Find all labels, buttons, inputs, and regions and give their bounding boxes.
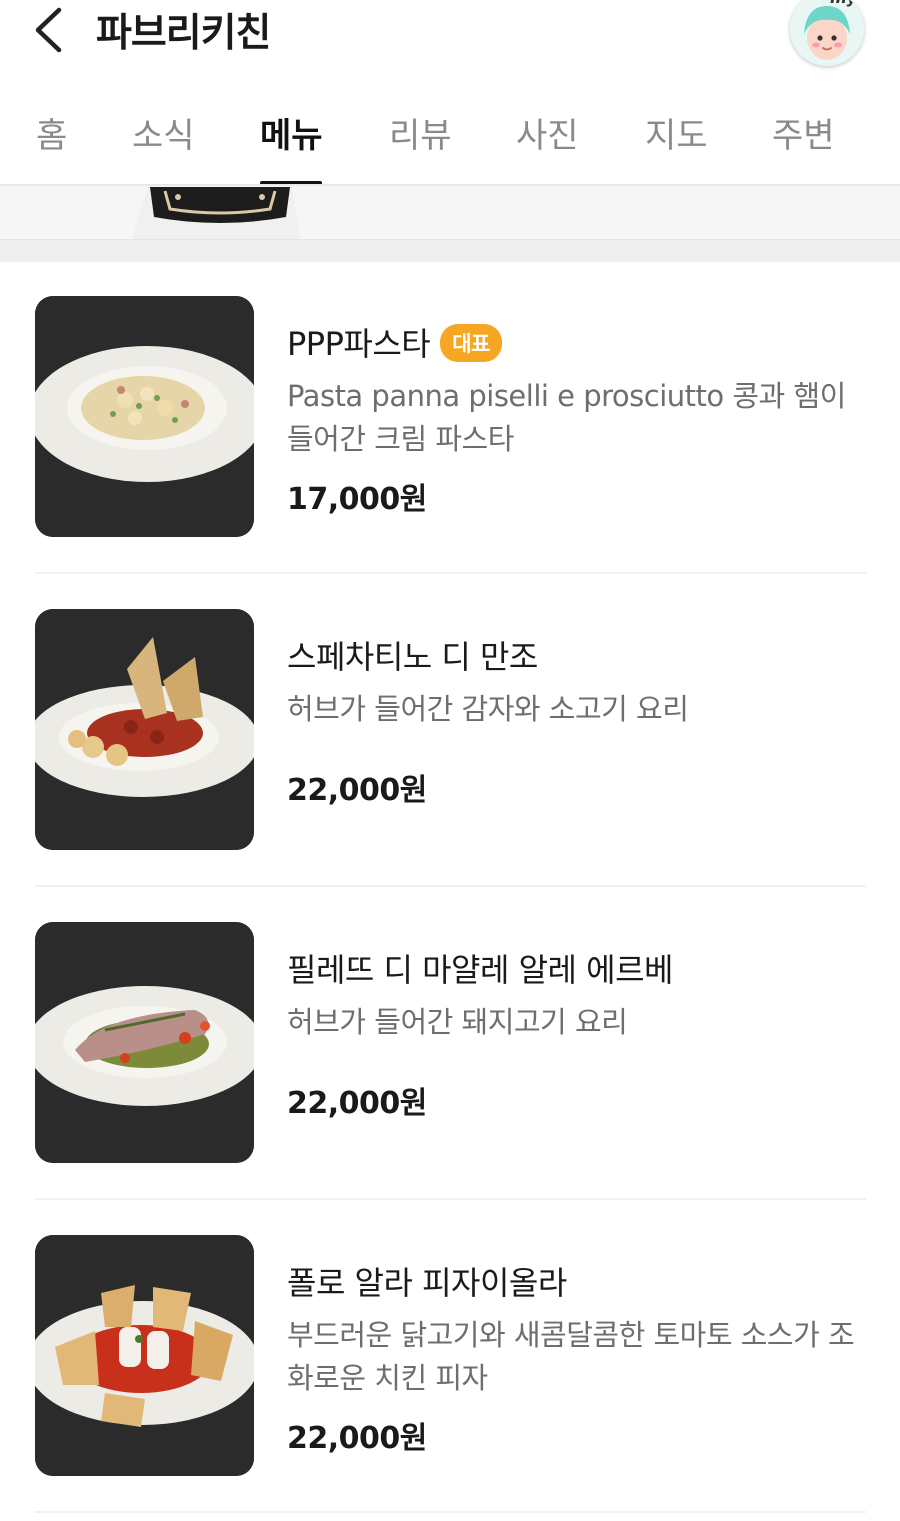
menu-name: 스페차티노 디 만조	[287, 638, 538, 676]
tab-menu[interactable]: 메뉴	[260, 108, 323, 157]
menu-price: 22,000원	[287, 1086, 427, 1121]
menu-photo	[35, 296, 254, 537]
back-button[interactable]	[26, 2, 76, 58]
avatar-brand-text: my	[830, 0, 858, 7]
tab-news[interactable]: 소식	[132, 108, 195, 157]
menu-photo	[35, 1235, 254, 1476]
menu-description: 부드러운 닭고기와 새콤달콤한 토마토 소스가 조화로운 치킨 피자	[287, 1318, 855, 1395]
menu-price: 22,000원	[287, 773, 427, 808]
pork-herb-dish-image	[35, 922, 254, 1163]
tab-map[interactable]: 지도	[645, 108, 708, 157]
menu-description: Pasta panna piselli e prosciutto 콩과 햄이 들…	[287, 379, 846, 456]
tab-review[interactable]: 리뷰	[389, 108, 452, 157]
pasta-dish-image	[35, 296, 254, 537]
menu-name: PPP파스타 대표	[287, 319, 502, 365]
tab-photo[interactable]: 사진	[516, 108, 579, 157]
menu-name-text: PPP파스타	[287, 325, 431, 363]
chevron-left-icon	[35, 7, 62, 53]
menu-item[interactable]: 스페차티노 디 만조 허브가 들어간 감자와 소고기 요리 22,000원	[0, 574, 900, 887]
avatar-illustration-icon: my	[790, 0, 864, 66]
menu-description: 허브가 들어간 돼지고기 요리	[287, 1005, 628, 1039]
menu-item[interactable]: PPP파스타 대표 Pasta panna piselli e prosciutt…	[0, 261, 900, 574]
menu-photo	[35, 922, 254, 1163]
menu-divider	[35, 1511, 866, 1513]
menu-item[interactable]: 필레뜨 디 마얄레 알레 에르베 허브가 들어간 돼지고기 요리 22,000원	[0, 887, 900, 1200]
section-divider	[0, 239, 900, 262]
scrolled-banner	[0, 187, 900, 239]
top-bar: 파브리키친 my	[0, 0, 900, 80]
menu-name: 필레뜨 디 마얄레 알레 에르베	[287, 951, 673, 989]
page-title: 파브리키친	[96, 11, 271, 56]
menu-description: 허브가 들어간 감자와 소고기 요리	[287, 692, 689, 726]
menu-name: 폴로 알라 피자이올라	[287, 1264, 567, 1302]
beef-potato-dish-image	[35, 609, 254, 850]
tab-home[interactable]: 홈	[36, 108, 67, 157]
tab-nearby[interactable]: 주변	[772, 108, 835, 157]
avatar[interactable]: my	[790, 0, 864, 66]
tab-bar: 홈 소식 메뉴 리뷰 사진 지도 주변	[0, 80, 900, 184]
menu-photo	[35, 609, 254, 850]
banner-illustration	[132, 187, 300, 239]
menu-price: 22,000원	[287, 1421, 427, 1456]
signature-badge: 대표	[440, 324, 502, 362]
chicken-pizzaiola-dish-image	[35, 1235, 254, 1476]
menu-price: 17,000원	[287, 482, 427, 517]
menu-item[interactable]: 폴로 알라 피자이올라 부드러운 닭고기와 새콤달콤한 토마토 소스가 조화로운…	[0, 1200, 900, 1513]
